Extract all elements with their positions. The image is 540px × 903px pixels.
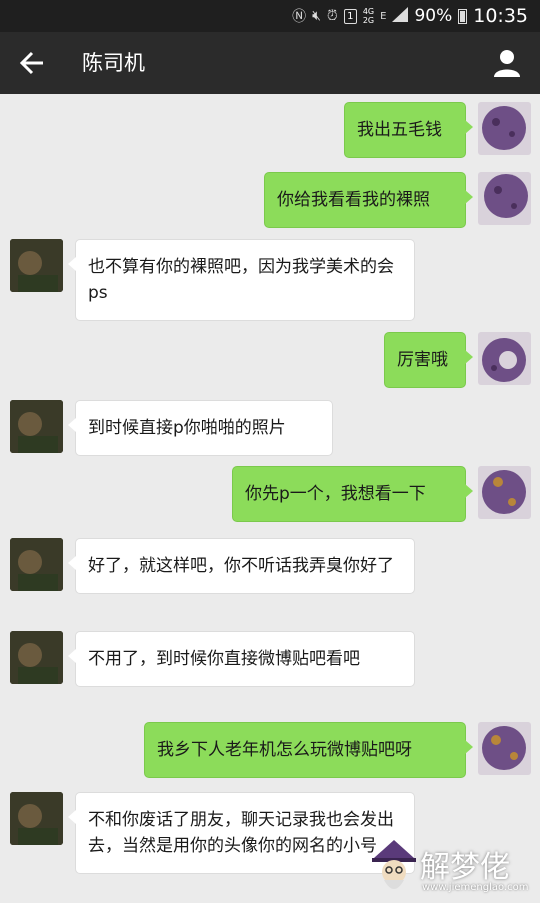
- watermark: 解梦佬 www.jiemenglao.com: [370, 838, 540, 903]
- title-bar: 陈司机: [0, 32, 540, 94]
- message-bubble-sent[interactable]: 我出五毛钱: [344, 102, 473, 158]
- fortune-teller-logo-icon: [372, 840, 416, 889]
- watermark-url: www.jiemenglao.com: [422, 882, 529, 893]
- contact-avatar[interactable]: [10, 239, 63, 292]
- my-avatar[interactable]: [478, 102, 531, 155]
- message-bubble-received[interactable]: 好了，就这样吧，你不听话我弄臭你好了: [68, 538, 415, 594]
- message-bubble-received[interactable]: 不用了，到时候你直接微博贴吧看吧: [68, 631, 415, 687]
- my-avatar[interactable]: [478, 172, 531, 225]
- message-bubble-received[interactable]: 不和你废话了朋友，聊天记录我也会发出去，当然是用你的头像你的网名的小号: [68, 792, 415, 874]
- message-bubble-sent[interactable]: 你先p一个，我想看一下: [232, 466, 473, 522]
- my-avatar[interactable]: [478, 332, 531, 385]
- nfc-icon: Ⓝ: [292, 9, 307, 25]
- contact-avatar[interactable]: [10, 792, 63, 845]
- chat-info-button[interactable]: [490, 46, 524, 80]
- user-icon: [494, 50, 520, 77]
- alarm-icon: ⏰︎: [326, 8, 338, 24]
- clock: 10:35: [473, 5, 528, 27]
- contact-avatar[interactable]: [10, 400, 63, 453]
- battery-percent: 90%: [414, 6, 453, 26]
- network-type: 4G 2G: [362, 7, 375, 25]
- message-bubble-received[interactable]: 也不算有你的裸照吧，因为我学美术的会ps: [68, 239, 415, 321]
- my-avatar[interactable]: [478, 466, 531, 519]
- message-bubble-sent[interactable]: 厉害哦: [384, 332, 473, 388]
- contact-avatar[interactable]: [10, 538, 63, 591]
- signal-icon: [392, 6, 409, 26]
- message-bubble-received[interactable]: 到时候直接p你啪啪的照片: [68, 400, 333, 456]
- chat-title: 陈司机: [82, 51, 145, 75]
- message-bubble-sent[interactable]: 我乡下人老年机怎么玩微博贴吧呀: [144, 722, 473, 778]
- signal-label: E: [380, 10, 387, 22]
- status-bar: Ⓝ 🔇︎ ⏰︎ 1 4G 2G E 90% 10:35: [0, 0, 540, 32]
- contact-avatar[interactable]: [10, 631, 63, 684]
- battery-icon: [458, 8, 468, 24]
- message-list[interactable]: 我出五毛钱 你给我看看我的裸照 也不算有你的裸照吧，因为我学美术的会ps 厉害哦…: [0, 94, 540, 903]
- message-bubble-sent[interactable]: 你给我看看我的裸照: [264, 172, 473, 228]
- sim-indicator: 1: [343, 8, 357, 24]
- mute-icon: 🔇︎: [312, 8, 321, 24]
- my-avatar[interactable]: [478, 722, 531, 775]
- back-button[interactable]: [16, 46, 50, 80]
- back-arrow-icon: [19, 51, 43, 75]
- watermark-text: 解梦佬: [420, 850, 510, 885]
